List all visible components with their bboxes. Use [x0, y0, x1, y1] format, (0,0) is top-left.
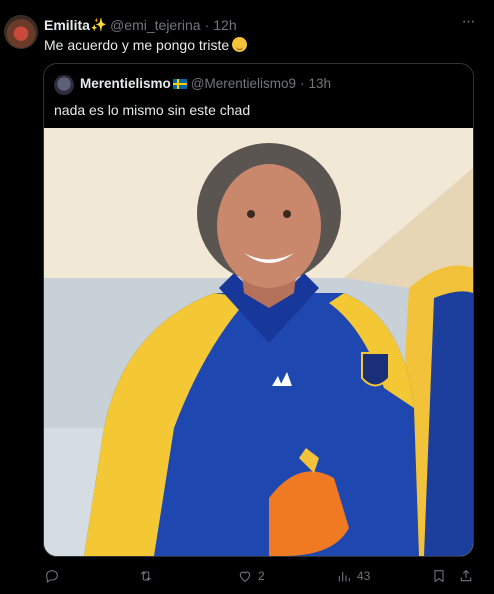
like-button[interactable]: 2	[237, 566, 265, 586]
quote-text: nada es lo mismo sin este chad	[54, 102, 251, 118]
like-icon	[239, 571, 251, 582]
relieved-face-icon	[232, 37, 248, 52]
views-count: 43	[357, 569, 371, 583]
sparkles-icon: ✨	[90, 17, 108, 32]
quote-author-handle[interactable]: @Merentielismo9	[191, 76, 296, 91]
separator-dot: ·	[204, 17, 210, 33]
quote-header: Merentielismo @Merentielismo9 · 13h	[80, 76, 331, 91]
tweet-text: Me acuerdo y me pongo triste	[44, 37, 248, 53]
author-handle[interactable]: @emi_tejerina	[110, 17, 200, 33]
like-count: 2	[258, 569, 265, 583]
tweet-text-content: Me acuerdo y me pongo triste	[44, 37, 230, 53]
separator-dot: ·	[300, 76, 305, 91]
views-button[interactable]: 43	[336, 566, 370, 586]
retweet-button[interactable]	[138, 566, 159, 586]
quote-photo[interactable]	[44, 128, 473, 556]
author-name[interactable]: Emilita	[44, 17, 90, 33]
views-icon	[338, 572, 350, 582]
tweet-header: Emilita ✨ @emi_tejerina · 12h	[44, 16, 237, 34]
reply-button[interactable]	[44, 566, 65, 586]
share-button[interactable]	[458, 566, 474, 586]
bookmark-icon	[434, 570, 444, 583]
tweet-time[interactable]: 12h	[213, 17, 236, 33]
reply-icon	[46, 570, 58, 584]
bookmark-button[interactable]	[431, 566, 447, 586]
sweden-flag-icon	[172, 78, 187, 89]
retweet-icon	[140, 571, 152, 581]
avatar[interactable]	[4, 15, 38, 49]
quote-author-name[interactable]: Merentielismo	[80, 76, 171, 91]
quoted-tweet[interactable]: Merentielismo @Merentielismo9 · 13h nada…	[43, 63, 474, 557]
share-icon	[460, 569, 472, 582]
quote-avatar[interactable]	[54, 75, 74, 95]
tweet[interactable]: Emilita ✨ @emi_tejerina · 12h ··· Me acu…	[0, 0, 494, 594]
more-icon[interactable]: ···	[460, 14, 476, 30]
action-bar: 2 43	[0, 566, 494, 586]
quote-time[interactable]: 13h	[309, 76, 332, 91]
photo-illustration	[44, 128, 473, 556]
